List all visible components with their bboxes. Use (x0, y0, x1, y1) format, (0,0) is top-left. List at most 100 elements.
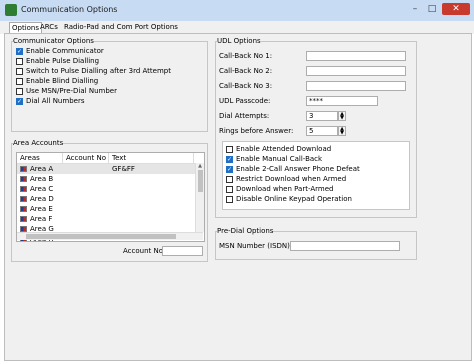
tab-arcs[interactable]: ARCs (38, 22, 60, 33)
dial-attempts-input[interactable]: 3 (306, 111, 338, 121)
area-cell: Area E (17, 204, 63, 214)
checkbox-box[interactable] (226, 165, 233, 173)
area-accounts-list[interactable]: Areas Account No Text Area A GF&FF Area BA… (16, 152, 205, 242)
scroll-thumb[interactable] (197, 170, 203, 192)
download-part-armed-checkbox[interactable]: Download when Part-Armed (226, 184, 360, 194)
account-no-label: Account No: (123, 247, 166, 255)
maximize-button[interactable]: □ (424, 3, 440, 15)
checkbox-box[interactable] (16, 47, 23, 55)
checkbox-box[interactable] (16, 67, 23, 75)
rings-input[interactable]: 5 (306, 126, 338, 136)
area-name: Area B (30, 175, 54, 183)
enable-communicator-checkbox[interactable]: Enable Communicator (16, 46, 171, 56)
account-cell (63, 174, 109, 184)
account-cell (63, 164, 109, 174)
text-cell (109, 194, 194, 204)
rings-label: Rings before Answer: (219, 127, 294, 135)
attended-download-checkbox[interactable]: Enable Attended Download (226, 144, 360, 154)
area-name: Area D (30, 195, 54, 203)
msn-input[interactable] (290, 241, 400, 251)
switch-to-pulse-checkbox[interactable]: Switch to Pulse Dialling after 3rd Attem… (16, 66, 171, 76)
checkbox-box[interactable] (16, 87, 23, 95)
account-cell (63, 204, 109, 214)
dial-attempts-label: Dial Attempts: (219, 112, 270, 120)
account-cell (63, 184, 109, 194)
area-cell: Area A (17, 164, 63, 174)
udl-checks-list: Enable Attended Download Enable Manual C… (226, 144, 360, 204)
checkbox-box[interactable] (16, 97, 23, 105)
communicator-options-title: Communicator Options (13, 37, 94, 45)
area-accounts-title: Area Accounts (13, 139, 64, 147)
enable-blind-dialling-checkbox[interactable]: Enable Blind Dialling (16, 76, 171, 86)
dial-attempts-spinner[interactable]: ▲ ▼ (338, 111, 346, 121)
callback2-input[interactable] (306, 66, 406, 76)
area-cell: Area F (17, 214, 63, 224)
area-cell: Area B (17, 174, 63, 184)
hscroll-thumb[interactable] (26, 234, 176, 239)
area-name: Area A (30, 165, 54, 173)
text-cell (109, 204, 194, 214)
callback3-input[interactable] (306, 81, 406, 91)
area-flag-icon (20, 206, 27, 212)
window-title: Communication Options (21, 5, 118, 14)
list-rows: Area A GF&FF Area B Area C Area D Area E Area … (17, 164, 204, 241)
callback2-label: Call-Back No 2: (219, 67, 273, 75)
list-header: Areas Account No Text (17, 153, 204, 164)
list-item[interactable]: Area F (17, 214, 204, 224)
checkbox-box[interactable] (226, 145, 233, 153)
list-item[interactable]: Area E (17, 204, 204, 214)
rings-spinner[interactable]: ▲ ▼ (338, 126, 346, 136)
callback1-label: Call-Back No 1: (219, 52, 273, 60)
checkbox-box[interactable] (16, 57, 23, 65)
callback3-label: Call-Back No 3: (219, 82, 273, 90)
minimize-button[interactable]: – (407, 3, 423, 15)
passcode-input[interactable]: **** (306, 96, 378, 106)
scroll-up-arrow[interactable]: ▲ (196, 163, 204, 169)
two-call-answer-checkbox[interactable]: Enable 2-Call Answer Phone Defeat (226, 164, 360, 174)
list-item[interactable]: Area D (17, 194, 204, 204)
text-cell (109, 174, 194, 184)
checkbox-box[interactable] (226, 195, 233, 203)
horizontal-scrollbar[interactable] (17, 232, 203, 240)
callback1-input[interactable] (306, 51, 406, 61)
list-item[interactable]: Area A GF&FF (17, 164, 204, 174)
passcode-label: UDL Passcode: (219, 97, 271, 105)
column-account-no[interactable]: Account No (63, 153, 109, 163)
area-name: Area E (30, 205, 53, 213)
area-flag-icon (20, 216, 27, 222)
area-cell: Area C (17, 184, 63, 194)
column-areas[interactable]: Areas (17, 153, 63, 163)
pre-dial-options-title: Pre-Dial Options (217, 227, 274, 235)
list-item[interactable]: Area C (17, 184, 204, 194)
close-button[interactable]: ✕ (442, 3, 470, 15)
area-flag-icon (20, 196, 27, 202)
enable-pulse-dialling-checkbox[interactable]: Enable Pulse Dialling (16, 56, 171, 66)
account-no-input[interactable] (162, 246, 203, 256)
restrict-download-checkbox[interactable]: Restrict Download when Armed (226, 174, 360, 184)
dial-all-numbers-checkbox[interactable]: Dial All Numbers (16, 96, 171, 106)
udl-options-title: UDL Options (217, 37, 261, 45)
use-msn-checkbox[interactable]: Use MSN/Pre-Dial Number (16, 86, 171, 96)
area-flag-icon (20, 186, 27, 192)
list-item[interactable]: Area B (17, 174, 204, 184)
tab-radio-pad[interactable]: Radio-Pad and Com Port Options (62, 22, 180, 33)
area-name: Area C (30, 185, 54, 193)
checkbox-box[interactable] (226, 175, 233, 183)
checkbox-box[interactable] (226, 155, 233, 163)
text-cell: GF&FF (112, 165, 135, 173)
vertical-scrollbar[interactable]: ▲ (195, 163, 204, 232)
area-flag-icon (20, 166, 27, 172)
disable-online-keypad-checkbox[interactable]: Disable Online Keypad Operation (226, 194, 360, 204)
area-name: Area F (30, 215, 53, 223)
checkbox-box[interactable] (226, 185, 233, 193)
account-cell (63, 194, 109, 204)
column-text[interactable]: Text (109, 153, 194, 163)
manual-callback-checkbox[interactable]: Enable Manual Call-Back (226, 154, 360, 164)
area-cell: Area D (17, 194, 63, 204)
msn-label: MSN Number (ISDN): (219, 242, 293, 250)
checkbox-box[interactable] (16, 77, 23, 85)
text-cell (109, 184, 194, 194)
account-cell (63, 214, 109, 224)
app-icon (5, 4, 17, 16)
area-flag-icon (20, 176, 27, 182)
